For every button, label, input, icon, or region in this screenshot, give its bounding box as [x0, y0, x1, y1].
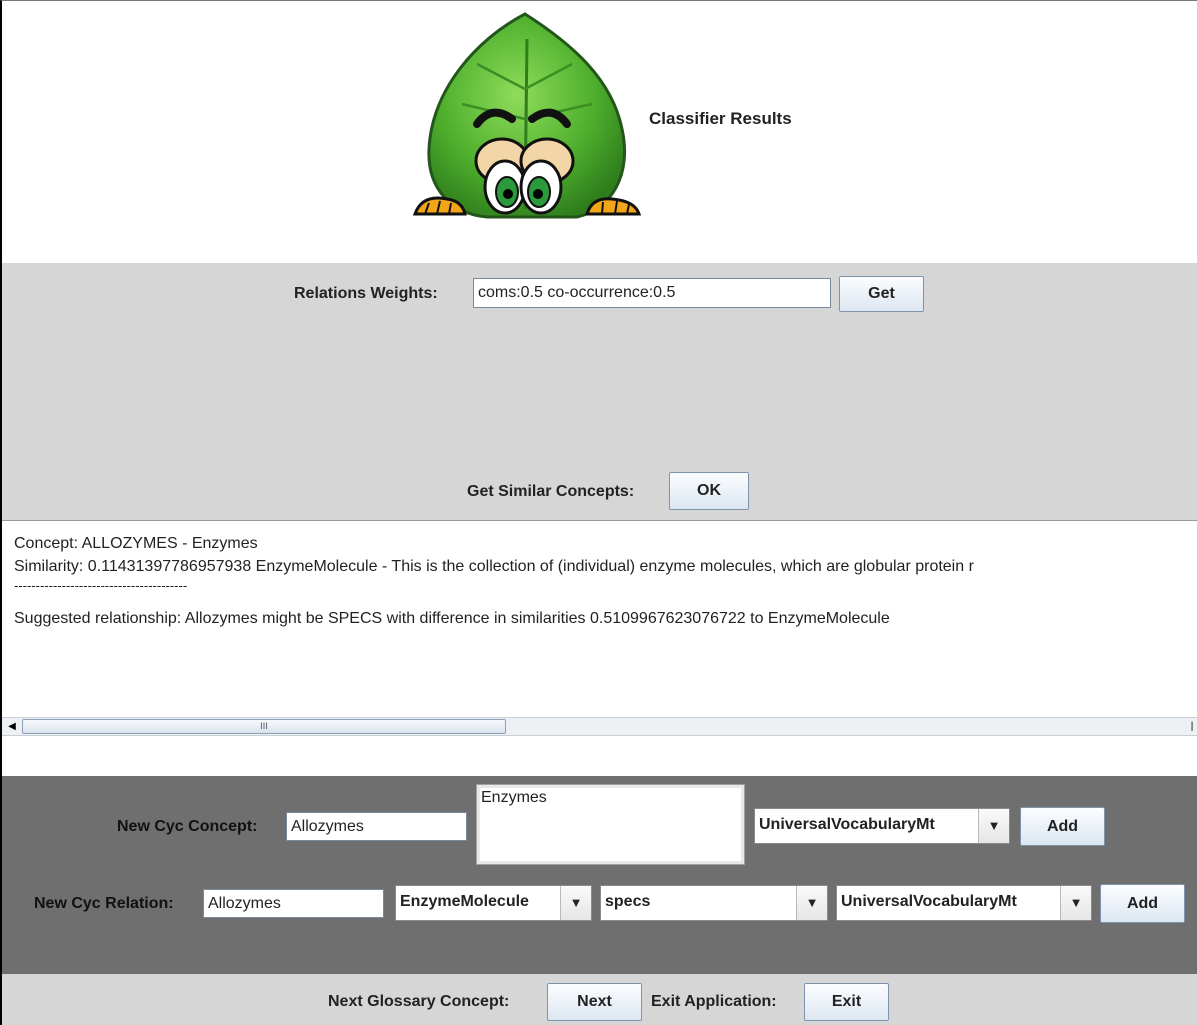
scroll-left-icon[interactable]: ◀ — [4, 718, 20, 735]
horizontal-scrollbar[interactable]: ◀ III | — [2, 717, 1197, 736]
result-suggestion-line: Suggested relationship: Allozymes might … — [14, 610, 890, 627]
new-cyc-concept-input[interactable]: Allozymes — [286, 812, 467, 841]
relation-mt-value: UniversalVocabularyMt — [841, 893, 1017, 910]
ok-button[interactable]: OK — [669, 472, 749, 510]
spacer — [2, 736, 1197, 776]
footer-panel: Next Glossary Concept: Next Exit Applica… — [2, 974, 1197, 1025]
get-similar-concepts-label: Get Similar Concepts: — [467, 483, 635, 500]
header-panel: Classifier Results — [2, 1, 1197, 263]
relations-weights-label: Relations Weights: — [294, 285, 438, 302]
exit-application-label: Exit Application: — [651, 993, 777, 1010]
add-relation-button[interactable]: Add — [1100, 884, 1185, 923]
concept-mt-value: UniversalVocabularyMt — [759, 816, 935, 833]
add-concept-button[interactable]: Add — [1020, 807, 1105, 846]
leaf-mascot-icon — [412, 12, 642, 219]
next-button[interactable]: Next — [547, 983, 642, 1021]
page-title: Classifier Results — [649, 109, 792, 128]
weights-panel: Relations Weights: coms:0.5 co-occurrenc… — [2, 263, 1197, 521]
relation-type-dropdown[interactable]: specs ▼ — [600, 885, 828, 921]
scrollbar-grip: III — [260, 721, 268, 731]
relation-mt-dropdown[interactable]: UniversalVocabularyMt ▼ — [836, 885, 1092, 921]
results-text-area[interactable]: Concept: ALLOZYMES - Enzymes Similarity:… — [2, 521, 1197, 717]
result-separator-line: ---------------------------------------- — [14, 578, 188, 593]
relation-type-value: specs — [605, 893, 651, 910]
chevron-down-icon[interactable]: ▼ — [796, 886, 827, 920]
new-cyc-concept-label: New Cyc Concept: — [117, 818, 258, 835]
chevron-down-icon[interactable]: ▼ — [560, 886, 591, 920]
new-cyc-relation-input[interactable]: Allozymes — [203, 889, 384, 918]
scroll-right-icon[interactable]: | — [1187, 718, 1197, 735]
relation-target-value: EnzymeMolecule — [400, 893, 529, 910]
chevron-down-icon[interactable]: ▼ — [978, 809, 1009, 843]
concept-mt-dropdown[interactable]: UniversalVocabularyMt ▼ — [754, 808, 1010, 844]
exit-button[interactable]: Exit — [804, 983, 889, 1021]
cyc-panel: New Cyc Concept: Allozymes Enzymes Unive… — [2, 776, 1197, 974]
result-concept-line: Concept: ALLOZYMES - Enzymes — [14, 535, 258, 552]
next-glossary-concept-label: Next Glossary Concept: — [328, 993, 510, 1010]
get-button[interactable]: Get — [839, 276, 924, 312]
result-similarity-line: Similarity: 0.11431397786957938 EnzymeMo… — [14, 558, 974, 575]
new-cyc-relation-label: New Cyc Relation: — [34, 895, 174, 912]
relations-weights-input[interactable]: coms:0.5 co-occurrence:0.5 — [473, 278, 831, 308]
relation-target-dropdown[interactable]: EnzymeMolecule ▼ — [395, 885, 592, 921]
concept-comment-textarea[interactable]: Enzymes — [476, 784, 745, 865]
scrollbar-thumb[interactable]: III — [22, 719, 506, 734]
chevron-down-icon[interactable]: ▼ — [1060, 886, 1091, 920]
